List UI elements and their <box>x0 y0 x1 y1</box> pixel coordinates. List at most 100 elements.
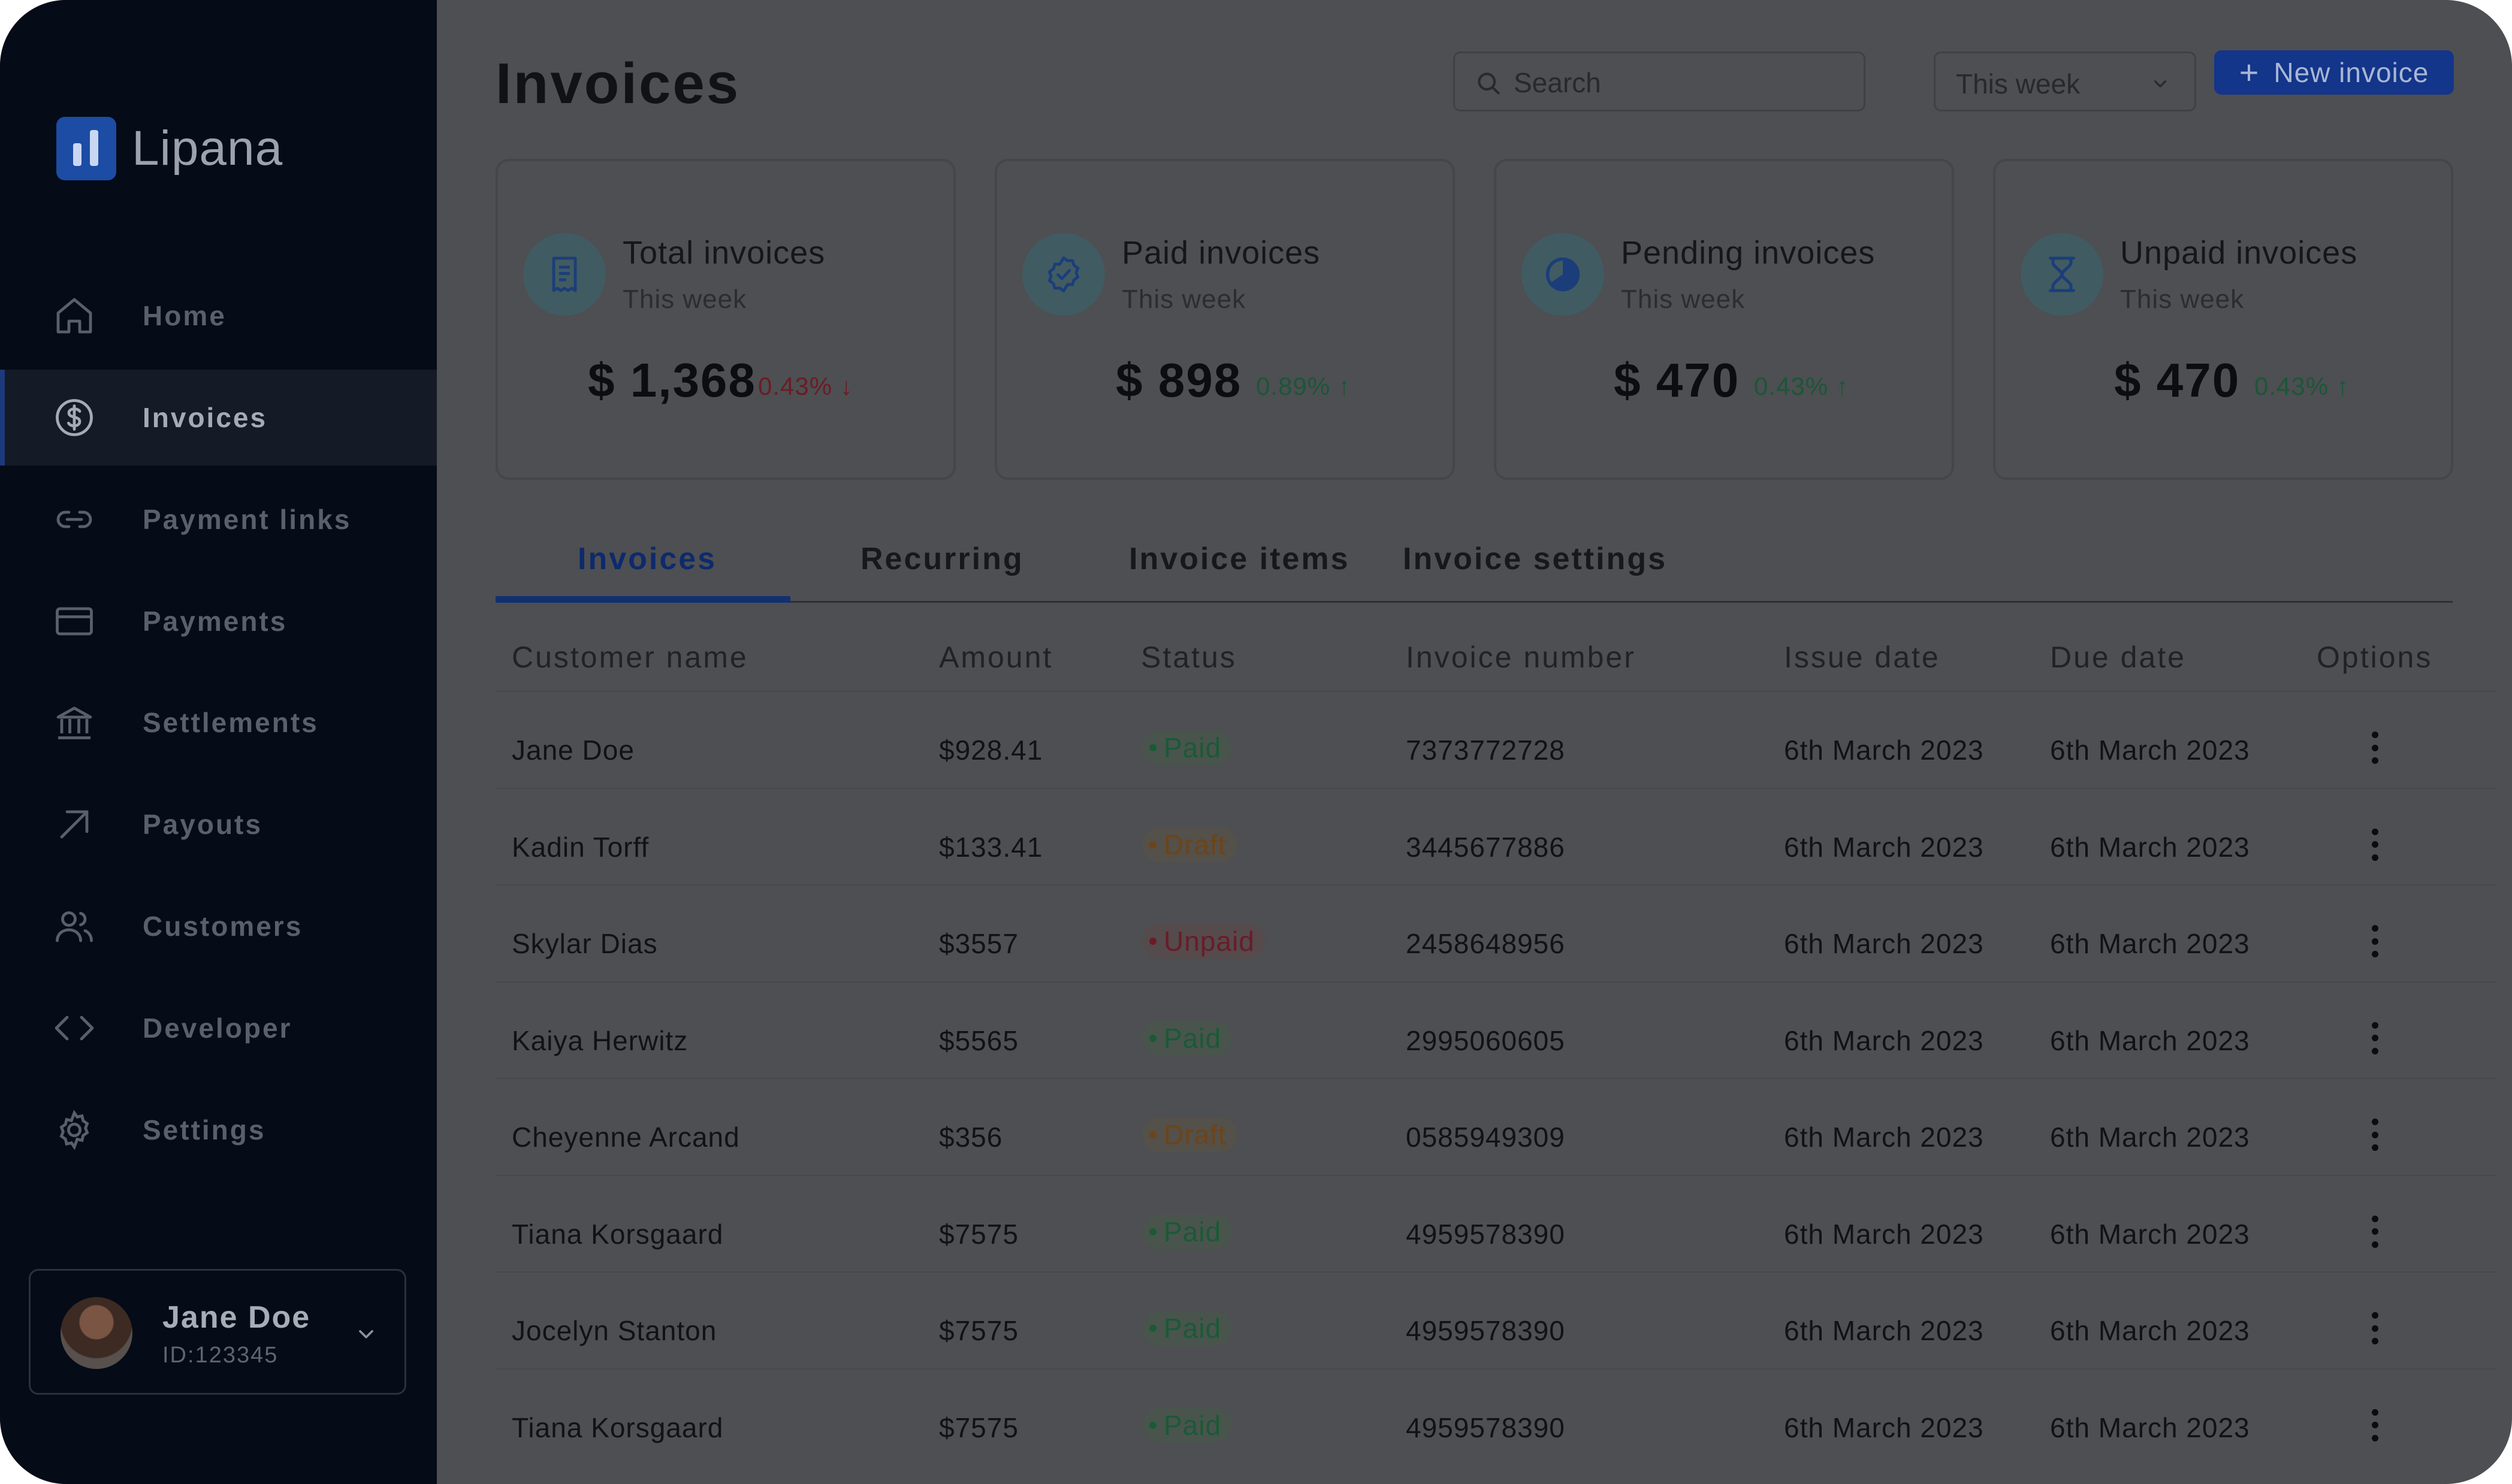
row-divider <box>496 787 2497 789</box>
status-badge: Paid <box>1142 1020 1233 1056</box>
more-options-icon[interactable] <box>2363 1017 2387 1059</box>
cell-issue-date: 6th March 2023 <box>1784 928 1984 959</box>
status-dot-icon <box>1149 1421 1157 1429</box>
more-options-icon[interactable] <box>2363 824 2387 866</box>
cell-invoice-number: 4959578390 <box>1406 1412 1565 1443</box>
tab-invoice-settings[interactable]: Invoice settings <box>1403 541 1667 577</box>
new-invoice-button[interactable]: + New invoice <box>2214 50 2454 95</box>
cell-issue-date: 6th March 2023 <box>1784 735 1984 766</box>
more-options-icon[interactable] <box>2363 727 2387 769</box>
cell-customer-name: Kaiya Herwitz <box>512 1024 689 1056</box>
cell-due-date: 6th March 2023 <box>2050 831 2250 863</box>
status-badge: Unpaid <box>1142 924 1266 959</box>
app-window: Lipana Home Invoices Payment links Payme… <box>0 0 2512 1484</box>
active-tab-indicator <box>496 596 790 603</box>
sidebar-item-settlements[interactable]: Settlements <box>0 675 437 770</box>
row-divider <box>496 1368 2497 1370</box>
user-menu[interactable]: Jane Doe ID:123345 <box>29 1269 406 1395</box>
more-options-icon[interactable] <box>2363 920 2387 962</box>
card-value: $ 1,368 <box>588 353 756 407</box>
sidebar-item-label: Settlements <box>143 707 319 738</box>
cell-due-date: 6th March 2023 <box>2050 735 2250 766</box>
arrow-up-icon: ↑ <box>2336 372 2350 400</box>
arrow-up-icon: ↑ <box>1337 372 1351 400</box>
sidebar-item-payments[interactable]: Payments <box>0 573 437 669</box>
search-input[interactable] <box>1512 64 1850 101</box>
lipana-logo-icon <box>56 117 116 180</box>
stat-card-total-invoices[interactable]: Total invoices This week $ 1,368 0.43% ↓ <box>496 159 956 480</box>
status-label: Paid <box>1164 1409 1222 1441</box>
status-label: Draft <box>1164 829 1227 860</box>
brand[interactable]: Lipana <box>56 117 283 180</box>
more-options-icon[interactable] <box>2363 1307 2387 1349</box>
cell-customer-name: Jane Doe <box>512 735 635 766</box>
more-options-icon[interactable] <box>2363 1211 2387 1253</box>
card-period: This week <box>1122 285 1246 314</box>
chevron-down-icon <box>2154 80 2167 87</box>
receipt-icon <box>523 233 606 316</box>
status-badge: Paid <box>1142 1311 1233 1346</box>
tab-invoice-items[interactable]: Invoice items <box>1129 541 1349 577</box>
new-invoice-label: New invoice <box>2274 57 2429 88</box>
cell-issue-date: 6th March 2023 <box>1784 1315 1984 1346</box>
cell-amount: $928.41 <box>939 735 1043 766</box>
cell-invoice-number: 4959578390 <box>1406 1315 1565 1346</box>
sidebar-item-settings[interactable]: Settings <box>0 1082 437 1178</box>
sidebar-item-customers[interactable]: Customers <box>0 878 437 974</box>
more-options-icon[interactable] <box>2363 1114 2387 1156</box>
cell-invoice-number: 3445677886 <box>1406 831 1565 863</box>
cell-invoice-number: 2458648956 <box>1406 928 1565 959</box>
card-period: This week <box>623 285 747 314</box>
column-header-customer[interactable]: Customer name <box>512 640 748 675</box>
status-dot-icon <box>1149 1034 1157 1042</box>
cell-customer-name: Tiana Korsgaard <box>512 1218 724 1250</box>
sidebar: Lipana Home Invoices Payment links Payme… <box>0 0 437 1484</box>
cell-issue-date: 6th March 2023 <box>1784 831 1984 863</box>
status-label: Paid <box>1164 1313 1222 1344</box>
credit-card-icon <box>52 599 97 644</box>
cell-customer-name: Tiana Korsgaard <box>512 1412 724 1443</box>
sidebar-item-label: Payouts <box>143 809 262 840</box>
column-header-status[interactable]: Status <box>1141 640 1237 675</box>
stat-card-pending-invoices[interactable]: Pending invoices This week $ 470 0.43% ↑ <box>1494 159 1954 480</box>
status-dot-icon <box>1149 744 1157 751</box>
avatar <box>61 1297 132 1369</box>
column-header-options: Options <box>2317 640 2433 674</box>
cell-issue-date: 6th March 2023 <box>1784 1122 1984 1153</box>
more-options-icon[interactable] <box>2363 1404 2387 1446</box>
column-header-due-date[interactable]: Due date <box>2050 640 2186 675</box>
pie-chart-icon <box>1521 233 1604 316</box>
stat-card-unpaid-invoices[interactable]: Unpaid invoices This week $ 470 0.43% ↑ <box>1993 159 2453 480</box>
cell-amount: $7575 <box>939 1315 1019 1346</box>
period-select[interactable]: This week <box>1934 52 2196 111</box>
sidebar-item-label: Invoices <box>143 402 268 433</box>
cell-due-date: 6th March 2023 <box>2050 1122 2250 1153</box>
card-period: This week <box>1621 285 1746 314</box>
cell-invoice-number: 0585949309 <box>1406 1122 1565 1153</box>
tab-recurring[interactable]: Recurring <box>861 541 1024 577</box>
code-icon <box>52 1005 97 1051</box>
search-box[interactable] <box>1453 52 1865 111</box>
row-divider <box>496 1271 2497 1273</box>
cell-amount: $7575 <box>939 1218 1019 1250</box>
home-icon <box>52 293 97 338</box>
row-divider <box>496 884 2497 885</box>
sidebar-item-home[interactable]: Home <box>0 268 437 364</box>
link-icon <box>52 497 97 542</box>
column-header-amount[interactable]: Amount <box>939 640 1053 675</box>
column-header-invoice-number[interactable]: Invoice number <box>1406 640 1636 675</box>
column-header-issue-date[interactable]: Issue date <box>1784 640 1940 675</box>
chevron-down-icon[interactable] <box>354 1322 378 1346</box>
sidebar-item-payment-links[interactable]: Payment links <box>0 472 437 567</box>
tab-invoices[interactable]: Invoices <box>578 541 717 577</box>
stat-card-paid-invoices[interactable]: Paid invoices This week $ 898 0.89% ↑ <box>995 159 1455 480</box>
status-badge: Paid <box>1142 1407 1233 1443</box>
card-change: 0.89% ↑ <box>1256 372 1351 400</box>
sidebar-item-payouts[interactable]: Payouts <box>0 776 437 872</box>
sidebar-item-developer[interactable]: Developer <box>0 980 437 1076</box>
sidebar-item-invoices[interactable]: Invoices <box>0 370 437 466</box>
row-divider <box>496 691 2497 692</box>
card-change: 0.43% ↓ <box>758 372 853 400</box>
sidebar-item-label: Home <box>143 300 227 331</box>
cell-amount: $356 <box>939 1122 1003 1153</box>
